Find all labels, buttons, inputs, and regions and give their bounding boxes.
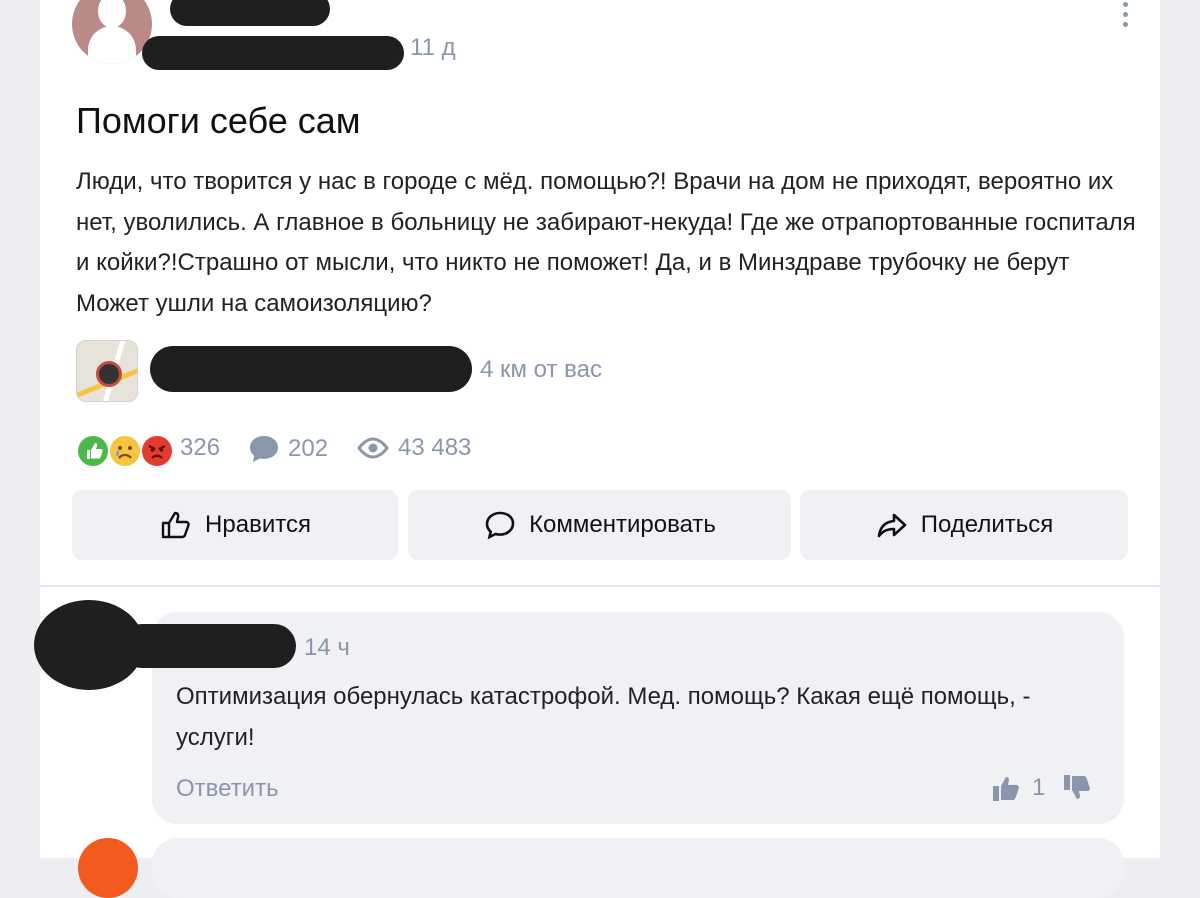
comment-button-label: Комментировать xyxy=(529,511,716,538)
post-time: 11 д xyxy=(410,34,456,61)
comment-time: 14 ч xyxy=(304,634,350,661)
location-distance: 4 км от вас xyxy=(480,356,602,383)
comments-count: 202 xyxy=(288,435,329,462)
views-count: 43 483 xyxy=(398,434,472,461)
thumbs-up-emoji-icon xyxy=(76,434,110,468)
like-button[interactable]: Нравится xyxy=(72,490,398,560)
avatar-head-shape xyxy=(98,0,126,28)
comment-button[interactable]: Комментировать xyxy=(408,490,791,560)
next-comment-bubble xyxy=(152,838,1124,898)
share-arrow-icon xyxy=(877,513,907,538)
comment-bubble-icon xyxy=(250,436,278,462)
share-button[interactable]: Поделиться xyxy=(800,490,1128,560)
comment-votes: 1 xyxy=(990,772,1093,804)
eye-icon xyxy=(357,437,389,459)
redacted-commenter-name[interactable] xyxy=(120,624,296,668)
redacted-author-subtitle xyxy=(142,36,404,70)
views-stat: 43 483 xyxy=(356,434,471,462)
comment-dislike-icon[interactable] xyxy=(1061,772,1093,804)
sad-emoji-icon xyxy=(108,434,142,468)
thumbs-up-icon xyxy=(161,511,190,539)
share-button-label: Поделиться xyxy=(920,511,1054,538)
post-title: Помоги себе сам xyxy=(76,100,361,141)
more-options-icon[interactable] xyxy=(1116,2,1134,30)
post-body: Люди, что творится у нас в городе с мёд.… xyxy=(76,168,1136,317)
comments-stat[interactable]: 202 xyxy=(248,434,328,464)
reactions-count: 326 xyxy=(180,434,221,461)
section-divider xyxy=(40,585,1160,587)
angry-emoji-icon xyxy=(140,434,174,468)
avatar-shoulders-shape xyxy=(88,26,136,64)
redacted-location-name[interactable] xyxy=(150,346,472,392)
redacted-author-name xyxy=(170,0,330,26)
comment-icon xyxy=(485,511,515,540)
comment-like-count: 1 xyxy=(1032,774,1046,801)
next-commenter-avatar[interactable] xyxy=(78,838,138,898)
like-button-label: Нравится xyxy=(205,511,311,538)
comment-like-icon[interactable] xyxy=(990,772,1022,804)
reply-link[interactable]: Ответить xyxy=(176,775,279,803)
comment-text: Оптимизация обернулась катастрофой. Мед.… xyxy=(176,683,1031,751)
reactions-summary[interactable] xyxy=(76,434,176,468)
map-location-icon[interactable] xyxy=(76,340,138,402)
